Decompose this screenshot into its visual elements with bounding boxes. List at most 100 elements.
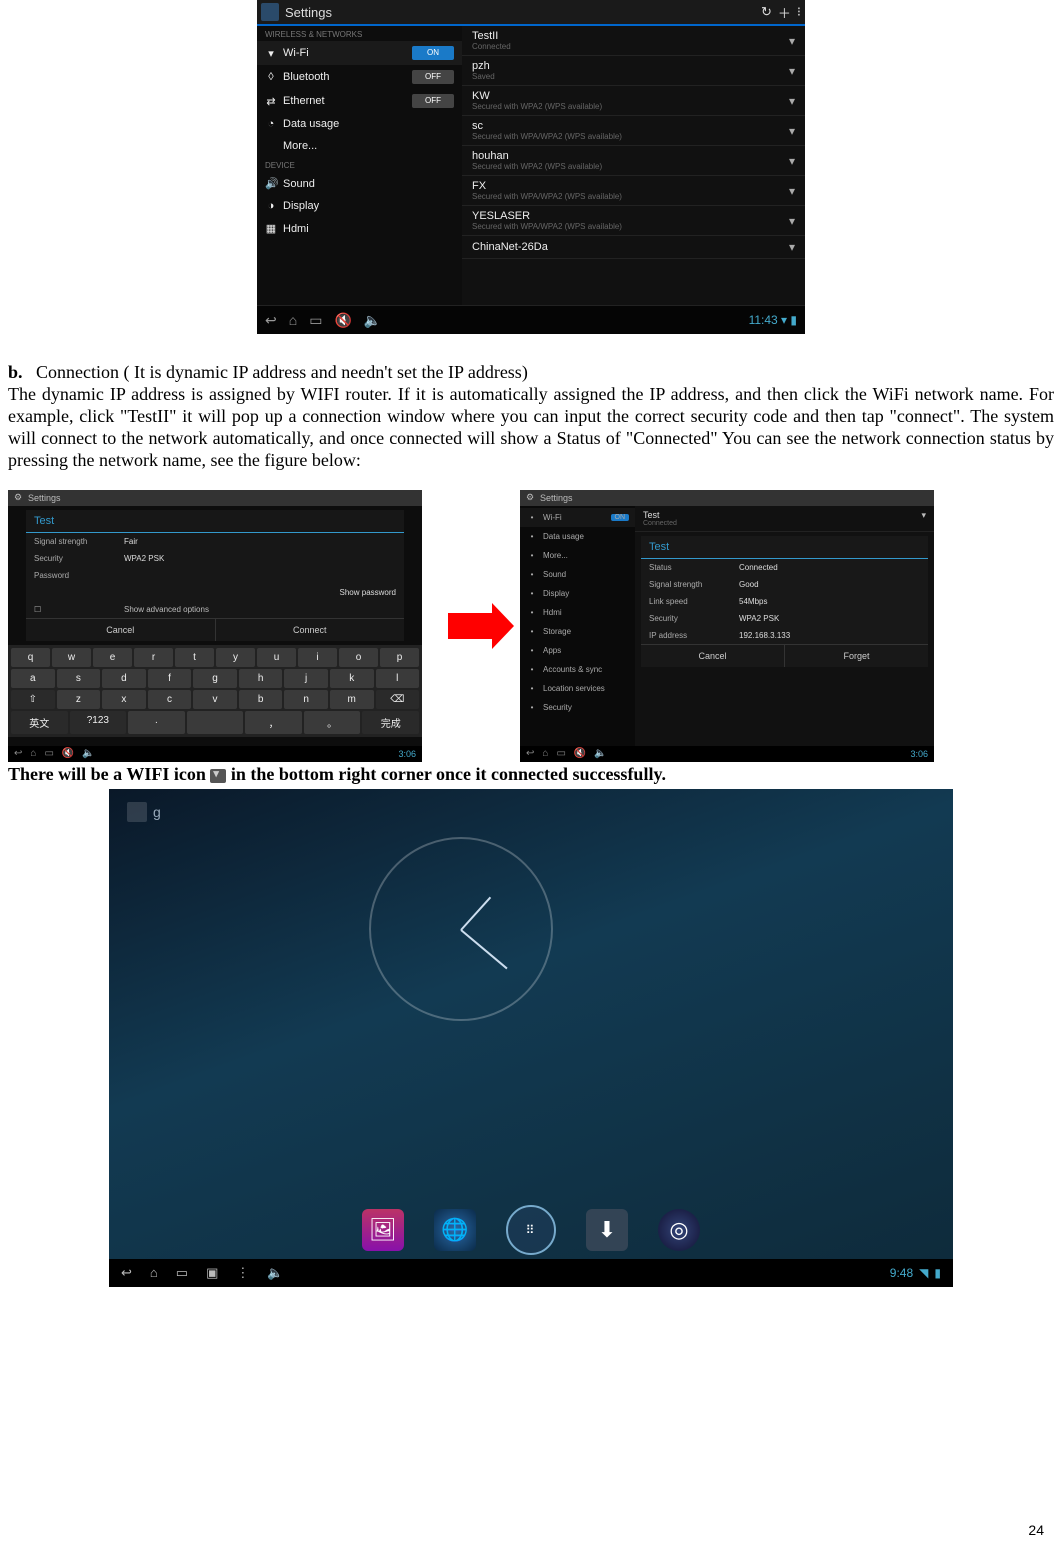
wifi-network-row[interactable]: TestIIConnected▾ <box>462 26 805 56</box>
keyboard-key[interactable]: q <box>11 648 50 667</box>
recent-icon[interactable]: ▭ <box>309 312 322 329</box>
keyboard-key[interactable]: h <box>239 669 283 688</box>
more-icon[interactable]: ⁝ <box>797 4 801 20</box>
back-icon[interactable]: ↩ <box>265 312 277 329</box>
toggle[interactable]: OFF <box>412 94 454 108</box>
wifi-network-row[interactable]: scSecured with WPA/WPA2 (WPS available)▾ <box>462 116 805 146</box>
sidebar-item[interactable]: •Security <box>520 698 635 717</box>
volume-icon[interactable]: 🔈 <box>267 1265 283 1281</box>
keyboard-key[interactable]: p <box>380 648 419 667</box>
keyboard-key[interactable]: 。 <box>304 711 361 734</box>
back-icon[interactable]: ↩ <box>121 1265 132 1281</box>
vol-down-icon[interactable]: 🔇 <box>334 312 351 329</box>
vol-down-icon[interactable]: 🔇 <box>574 748 586 759</box>
sidebar-item[interactable]: ⇄EthernetOFF <box>257 89 462 113</box>
sidebar-item[interactable]: ◔Data usage <box>257 113 462 135</box>
keyboard-key[interactable]: . <box>128 711 185 734</box>
recent-icon[interactable]: ▭ <box>176 1265 188 1281</box>
keyboard-key[interactable] <box>187 711 244 734</box>
sidebar-item[interactable]: ◊BluetoothOFF <box>257 65 462 89</box>
keyboard-key[interactable]: w <box>52 648 91 667</box>
connect-button[interactable]: Connect <box>216 618 405 641</box>
keyboard-key[interactable]: c <box>148 690 192 709</box>
sidebar-item[interactable]: •Data usage <box>520 527 635 546</box>
recent-icon[interactable]: ▭ <box>556 748 565 759</box>
wifi-network-row[interactable]: KWSecured with WPA2 (WPS available)▾ <box>462 86 805 116</box>
toggle[interactable]: OFF <box>412 70 454 84</box>
show-advanced[interactable]: Show advanced options <box>124 605 209 614</box>
home-icon[interactable]: ⌂ <box>150 1265 158 1280</box>
keyboard-key[interactable]: 英文 <box>11 711 68 734</box>
keyboard-key[interactable]: ⌫ <box>376 690 420 709</box>
screenshot-icon[interactable]: ▣ <box>206 1265 218 1281</box>
keyboard-key[interactable]: t <box>175 648 214 667</box>
wifi-network-row[interactable]: houhanSecured with WPA2 (WPS available)▾ <box>462 146 805 176</box>
home-icon[interactable]: ⌂ <box>289 312 297 328</box>
keyboard-key[interactable]: x <box>102 690 146 709</box>
keyboard-key[interactable]: ?123 <box>70 711 127 734</box>
keyboard-key[interactable]: o <box>339 648 378 667</box>
keyboard-key[interactable]: ⇧ <box>11 690 55 709</box>
back-icon[interactable]: ↩ <box>14 748 22 759</box>
sidebar-item[interactable]: 🔊Sound <box>257 172 462 195</box>
home-icon[interactable]: ⌂ <box>30 748 36 759</box>
sidebar-item[interactable]: ▾Wi-FiON <box>257 41 462 65</box>
keyboard-key[interactable]: ， <box>245 711 302 734</box>
home-icon[interactable]: ⌂ <box>542 748 548 759</box>
wifi-network-row[interactable]: ChinaNet-26Da▾ <box>462 236 805 259</box>
add-icon[interactable]: ＋ <box>778 3 791 22</box>
sidebar-item[interactable]: •Accounts & sync <box>520 660 635 679</box>
vol-up-icon[interactable]: 🔈 <box>82 748 94 759</box>
keyboard-key[interactable]: a <box>11 669 55 688</box>
keyboard-key[interactable]: n <box>284 690 328 709</box>
downloads-icon[interactable]: ⬇ <box>586 1209 628 1251</box>
wifi-network-row[interactable]: FXSecured with WPA/WPA2 (WPS available)▾ <box>462 176 805 206</box>
sidebar-item[interactable]: ▦Hdmi <box>257 217 462 240</box>
keyboard-key[interactable]: e <box>93 648 132 667</box>
sidebar-item[interactable]: •More... <box>520 546 635 565</box>
network-name[interactable]: Test <box>643 510 921 520</box>
keyboard-key[interactable]: d <box>102 669 146 688</box>
media-icon[interactable]: ◎ <box>658 1209 700 1251</box>
gallery-icon[interactable]: 🖼 <box>362 1209 404 1251</box>
keyboard-key[interactable]: l <box>376 669 420 688</box>
refresh-icon[interactable]: ↻ <box>761 4 772 20</box>
keyboard-key[interactable]: 完成 <box>362 711 419 734</box>
search-icon[interactable] <box>127 802 147 822</box>
show-password[interactable]: Show password <box>340 588 396 597</box>
toggle[interactable]: ON <box>412 46 454 60</box>
sidebar-item[interactable]: •Apps <box>520 641 635 660</box>
sidebar-item[interactable]: More... <box>257 135 462 157</box>
sidebar-item[interactable]: ◑Display <box>257 195 462 217</box>
apps-icon[interactable]: ⠿ <box>506 1205 556 1255</box>
sidebar-item[interactable]: •Wi-FiON <box>520 508 635 527</box>
sidebar-item[interactable]: •Storage <box>520 622 635 641</box>
keyboard-key[interactable]: f <box>148 669 192 688</box>
keyboard-key[interactable]: k <box>330 669 374 688</box>
keyboard-key[interactable]: u <box>257 648 296 667</box>
keyboard-key[interactable]: j <box>284 669 328 688</box>
keyboard-key[interactable]: r <box>134 648 173 667</box>
cancel-button[interactable]: Cancel <box>641 644 785 667</box>
vol-up-icon[interactable]: 🔈 <box>364 312 381 329</box>
vol-up-icon[interactable]: 🔈 <box>594 748 606 759</box>
sidebar-item[interactable]: •Sound <box>520 565 635 584</box>
keyboard-key[interactable]: s <box>57 669 101 688</box>
keyboard-key[interactable]: z <box>57 690 101 709</box>
cancel-button[interactable]: Cancel <box>26 618 216 641</box>
search-bar[interactable]: g <box>127 799 953 825</box>
forget-button[interactable]: Forget <box>785 644 928 667</box>
sidebar-item[interactable]: •Display <box>520 584 635 603</box>
wifi-network-row[interactable]: pzhSaved▾ <box>462 56 805 86</box>
analog-clock-widget[interactable] <box>369 837 553 1021</box>
keyboard-key[interactable]: m <box>330 690 374 709</box>
keyboard-key[interactable]: v <box>193 690 237 709</box>
keyboard-key[interactable]: b <box>239 690 283 709</box>
keyboard-key[interactable]: g <box>193 669 237 688</box>
wifi-network-row[interactable]: YESLASERSecured with WPA/WPA2 (WPS avail… <box>462 206 805 236</box>
menu-icon[interactable]: ⋮ <box>236 1265 249 1281</box>
sidebar-item[interactable]: •Hdmi <box>520 603 635 622</box>
keyboard-key[interactable]: y <box>216 648 255 667</box>
keyboard-key[interactable]: i <box>298 648 337 667</box>
browser-icon[interactable]: 🌐 <box>434 1209 476 1251</box>
